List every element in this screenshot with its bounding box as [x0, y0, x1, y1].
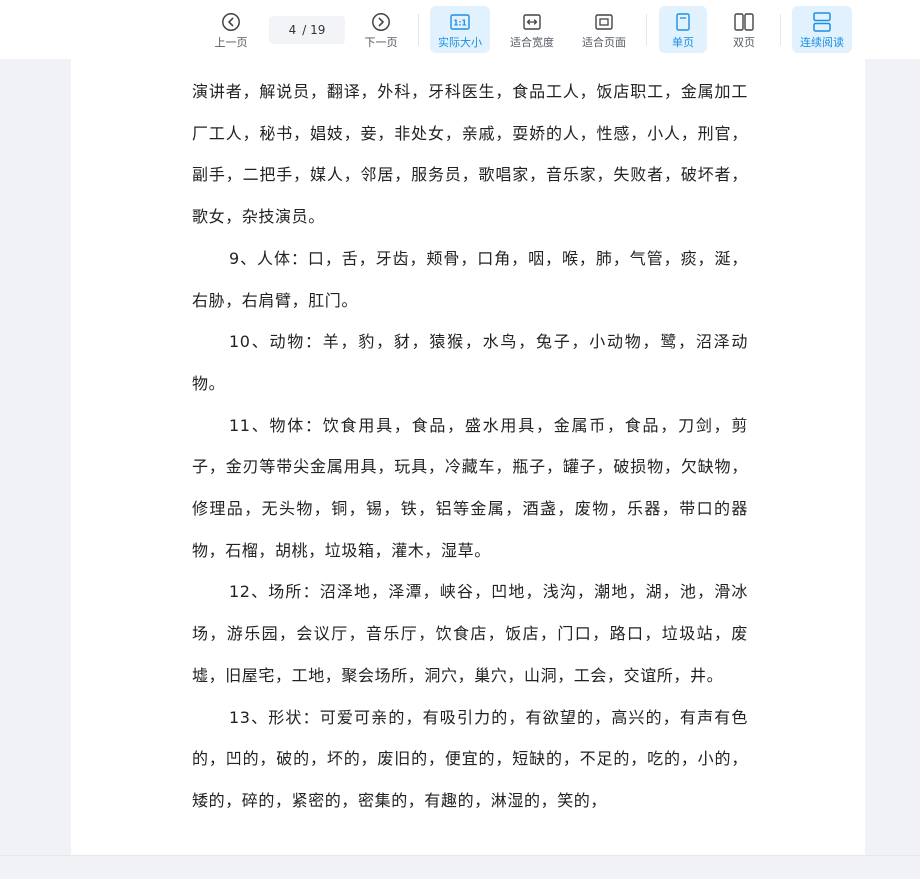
toolbar-divider	[780, 14, 781, 46]
fit-page-icon	[595, 11, 613, 33]
paragraph: 13、形状：可爱可亲的，有吸引力的，有欲望的，高兴的，有声有色的，凹的，破的，坏…	[192, 707, 748, 810]
continuous-read-icon	[813, 11, 831, 33]
next-page-button[interactable]: 下一页	[356, 6, 406, 53]
actual-size-button[interactable]: 1:1 实际大小	[430, 6, 490, 53]
continuous-read-label: 连续阅读	[800, 36, 844, 49]
double-page-label: 双页	[733, 36, 755, 49]
chevron-right-circle-icon	[371, 11, 391, 33]
svg-text:1:1: 1:1	[453, 18, 466, 27]
fit-page-button[interactable]: 适合页面	[574, 6, 634, 53]
fit-width-label: 适合宽度	[510, 36, 554, 49]
paragraph: 演讲者，解说员，翻译，外科，牙科医生，食品工人，饭店职工，金属加工厂工人，秘书，…	[192, 82, 748, 227]
document-page: 演讲者，解说员，翻译，外科，牙科医生，食品工人，饭店职工，金属加工厂工人，秘书，…	[71, 59, 865, 855]
reader-toolbar: 上一页 4 / 19 下一页 1:1 实际大小 适合宽度 适合页面 单页 双页 …	[0, 0, 920, 59]
next-page-label: 下一页	[364, 36, 398, 49]
bottom-scroll-area	[0, 855, 920, 879]
fit-page-label: 适合页面	[582, 36, 626, 49]
paragraph: 12、场所：沼泽地，泽潭，峡谷，凹地，浅沟，潮地，湖，池，滑冰场，游乐园，会议厅…	[192, 582, 748, 685]
chevron-left-circle-icon	[221, 11, 241, 33]
prev-page-button[interactable]: 上一页	[206, 6, 256, 53]
single-page-icon	[676, 11, 690, 33]
fit-width-icon	[523, 11, 541, 33]
total-pages: / 19	[302, 23, 326, 37]
page-number-field[interactable]: 4 / 19	[269, 16, 345, 44]
continuous-read-button[interactable]: 连续阅读	[792, 6, 852, 53]
paragraph: 9、人体：口，舌，牙齿，颊骨，口角，咽，喉，肺，气管，痰，涎，右胁，右肩臂，肛门…	[192, 248, 748, 310]
prev-page-label: 上一页	[214, 36, 248, 49]
actual-size-icon: 1:1	[450, 11, 470, 33]
actual-size-label: 实际大小	[438, 36, 482, 49]
paragraph: 11、物体：饮食用具，食品，盛水用具，金属币，食品，刀剑，剪子，金刃等带尖金属用…	[192, 415, 748, 560]
paragraph: 10、动物：羊，豹，豺，猿猴，水鸟，兔子，小动物，鹭，沼泽动物。	[192, 332, 748, 393]
fit-width-button[interactable]: 适合宽度	[502, 6, 562, 53]
double-page-icon	[734, 11, 754, 33]
current-page-input[interactable]: 4	[289, 23, 297, 37]
toolbar-divider	[418, 14, 419, 46]
toolbar-divider	[646, 14, 647, 46]
double-page-button[interactable]: 双页	[720, 6, 768, 53]
single-page-label: 单页	[672, 36, 694, 49]
document-text: 演讲者，解说员，翻译，外科，牙科医生，食品工人，饭店职工，金属加工厂工人，秘书，…	[192, 71, 748, 822]
single-page-button[interactable]: 单页	[659, 6, 707, 53]
